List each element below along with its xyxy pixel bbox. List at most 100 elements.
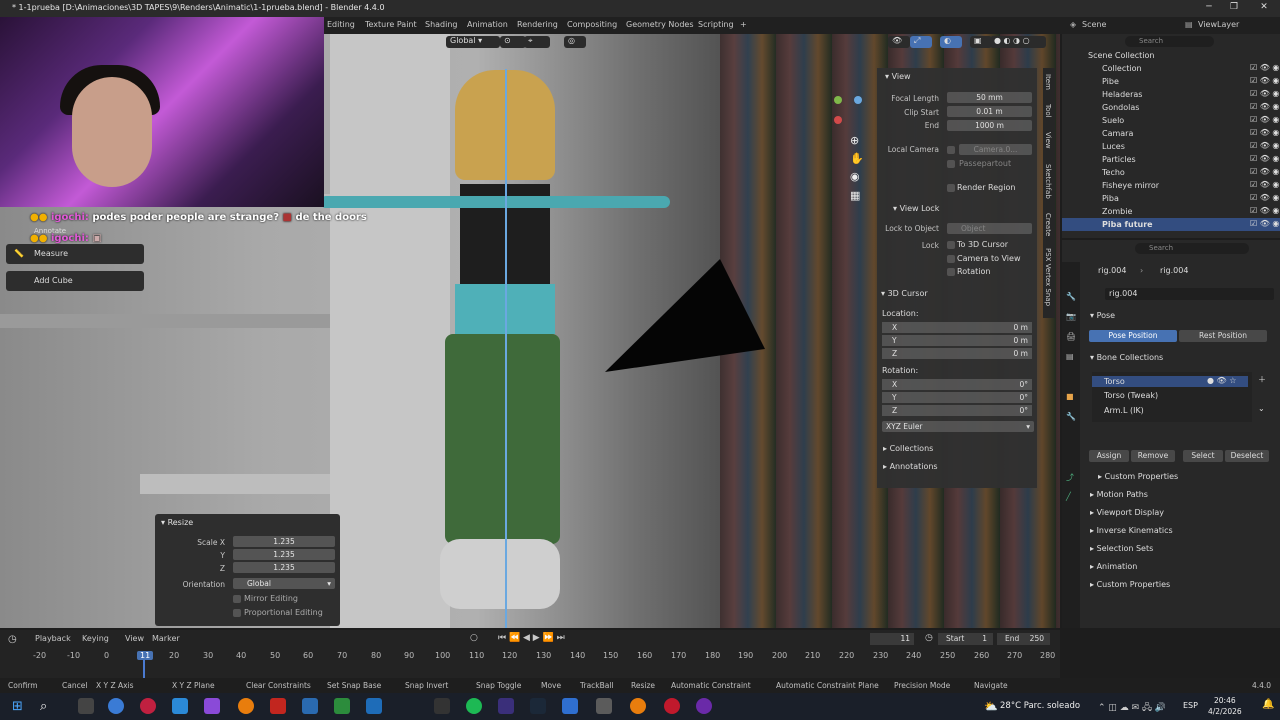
minimize-button[interactable]: ─	[1199, 2, 1219, 15]
gizmo-z-icon[interactable]	[854, 96, 862, 104]
task-view-icon[interactable]	[78, 698, 94, 714]
proportional-icon[interactable]: ◎	[564, 36, 586, 48]
bone-visibility-icon[interactable]: ● 👁 ☆	[1207, 376, 1236, 385]
measure-tool-button[interactable]: 📏 Measure	[6, 244, 144, 264]
local-camera-checkbox[interactable]	[947, 146, 955, 154]
annotations-header[interactable]: ▸ Annotations	[883, 462, 938, 471]
outliner-row-gondolas[interactable]: Gondolas ☑ 👁 ◉	[1062, 101, 1280, 114]
chrome-icon[interactable]	[108, 698, 124, 714]
add-workspace-button[interactable]: +	[740, 20, 747, 29]
pivot-icon[interactable]: ⊙	[500, 36, 526, 48]
tab-rendering[interactable]: Rendering	[517, 20, 558, 29]
viewport-display-header[interactable]: ▸ Viewport Display	[1090, 508, 1164, 517]
visibility-icons[interactable]: ☑ 👁 ◉	[1250, 76, 1279, 85]
visibility-icons[interactable]: ☑ 👁 ◉	[1250, 128, 1279, 137]
outliner-row-suelo[interactable]: Suelo ☑ 👁 ◉	[1062, 114, 1280, 127]
select-button[interactable]: Select	[1183, 450, 1223, 462]
gizmo-y-icon[interactable]	[834, 96, 842, 104]
collections-header[interactable]: ▸ Collections	[883, 444, 933, 453]
playhead[interactable]	[143, 660, 145, 678]
visibility-icons[interactable]: ☑ 👁 ◉	[1250, 141, 1279, 150]
end-frame-field[interactable]: End 250	[997, 633, 1050, 645]
viewlayer-name[interactable]: ViewLayer	[1198, 20, 1239, 29]
blender-icon[interactable]	[238, 698, 254, 714]
bone-collection-menu-icon[interactable]: ⌄	[1258, 404, 1265, 413]
app-icon[interactable]	[302, 698, 318, 714]
overlay-toggle-icon[interactable]: ◐	[940, 36, 962, 48]
visibility-icons[interactable]: ☑ 👁 ◉	[1250, 206, 1279, 215]
clock-date[interactable]: 4/2/2026	[1208, 707, 1242, 716]
tab-sketchfab[interactable]: Sketchfab	[1044, 164, 1052, 199]
current-frame-marker[interactable]: 11	[137, 651, 154, 660]
outliner-row-zombie[interactable]: Zombie ☑ 👁 ◉	[1062, 205, 1280, 218]
tab-item[interactable]: Item	[1044, 74, 1052, 90]
viewlayer-icon[interactable]: ▤	[1185, 20, 1193, 29]
camera-view-icon[interactable]: ◉	[850, 170, 860, 183]
clock-icon[interactable]: ◷	[925, 633, 933, 643]
outliner-row-collection[interactable]: Collection ☑ 👁 ◉	[1062, 62, 1280, 75]
gizmo-x-icon[interactable]	[834, 116, 842, 124]
visibility-icons[interactable]: ☑ 👁 ◉	[1250, 219, 1279, 228]
animation-header[interactable]: ▸ Animation	[1090, 562, 1137, 571]
motion-paths-header[interactable]: ▸ Motion Paths	[1090, 490, 1148, 499]
visibility-icons[interactable]: ☑ 👁 ◉	[1250, 89, 1279, 98]
search-icon[interactable]: ⌕	[40, 699, 47, 714]
start-frame-field[interactable]: Start 1	[938, 633, 993, 645]
add-cube-tool-button[interactable]: Add Cube	[6, 271, 144, 291]
cursor-rot-x-field[interactable]: X 0°	[882, 379, 1032, 390]
weather-icon[interactable]: ⛅	[984, 700, 998, 713]
snap-icon[interactable]: ⌖	[524, 36, 550, 48]
render-tab-icon[interactable]: 📷	[1066, 312, 1076, 321]
windows-start-icon[interactable]: ⊞	[12, 699, 23, 714]
opera-icon[interactable]	[140, 698, 156, 714]
notifications-icon[interactable]: 🔔	[1262, 699, 1274, 710]
outliner-row-fisheye-mirror[interactable]: Fisheye mirror ☑ 👁 ◉	[1062, 179, 1280, 192]
tab-animation[interactable]: Animation	[467, 20, 508, 29]
inverse-kinematics-header[interactable]: ▸ Inverse Kinematics	[1090, 526, 1173, 535]
object-tab-icon[interactable]: ■	[1066, 392, 1074, 401]
pose-header[interactable]: ▾ Pose	[1090, 311, 1115, 320]
resize-orientation-dropdown[interactable]: Global ▾	[233, 578, 335, 589]
current-frame-field[interactable]: 11	[870, 633, 914, 645]
scale-x-field[interactable]: 1.235	[233, 536, 335, 547]
view-menu[interactable]: View	[125, 634, 144, 643]
app-icon[interactable]	[434, 698, 450, 714]
scale-y-field[interactable]: 1.235	[233, 549, 335, 560]
outliner-search-input[interactable]: Search	[1125, 36, 1214, 47]
tab-tool[interactable]: Tool	[1044, 104, 1052, 118]
rotation-mode-dropdown[interactable]: XYZ Euler ▾	[882, 421, 1034, 432]
orientation-dropdown[interactable]: Global ▾	[446, 36, 500, 48]
weather-text[interactable]: 28°C Parc. soleado	[1000, 701, 1080, 711]
view-lock-header[interactable]: ▾ View Lock	[893, 204, 939, 213]
deselect-button[interactable]: Deselect	[1225, 450, 1269, 462]
local-camera-field[interactable]: Camera.0...	[959, 144, 1032, 155]
maximize-button[interactable]: ❐	[1224, 2, 1244, 15]
remove-button[interactable]: Remove	[1131, 450, 1175, 462]
playback-controls[interactable]: ⏮ ⏪ ◀ ▶ ⏩ ⏭	[498, 633, 565, 643]
marker-menu[interactable]: Marker	[152, 634, 180, 643]
obs-icon[interactable]	[664, 698, 680, 714]
pose-position-button[interactable]: Pose Position	[1089, 330, 1177, 342]
keying-menu[interactable]: Keying	[82, 634, 109, 643]
visibility-icons[interactable]: ☑ 👁 ◉	[1250, 180, 1279, 189]
outliner-row-luces[interactable]: Luces ☑ 👁 ◉	[1062, 140, 1280, 153]
app-icon[interactable]	[562, 698, 578, 714]
view-section-header[interactable]: ▾ View	[885, 72, 911, 81]
to-3d-cursor-checkbox[interactable]	[947, 241, 955, 249]
bone-custom-properties-header[interactable]: ▸ Custom Properties	[1098, 472, 1178, 481]
bone-collection-arm-l-ik[interactable]: Arm.L (IK)	[1104, 406, 1144, 415]
proportional-editing-checkbox[interactable]	[233, 609, 241, 617]
rest-position-button[interactable]: Rest Position	[1179, 330, 1267, 342]
tab-view[interactable]: View	[1044, 132, 1052, 149]
visibility-icons[interactable]: ☑ 👁 ◉	[1250, 63, 1279, 72]
bone-collection-torso-tweak[interactable]: Torso (Tweak)	[1104, 391, 1158, 400]
outliner-row-techo[interactable]: Techo ☑ 👁 ◉	[1062, 166, 1280, 179]
visibility-icons[interactable]: ☑ 👁 ◉	[1250, 193, 1279, 202]
tab-psx-vertex-snap[interactable]: PSX Vertex Snap	[1044, 248, 1052, 306]
view-layer-tab-icon[interactable]: ▤	[1066, 352, 1074, 361]
bone-tab-icon[interactable]: ╱	[1066, 492, 1071, 501]
output-tab-icon[interactable]: 🖨	[1066, 332, 1076, 341]
cursor-loc-z-field[interactable]: Z0 m	[882, 348, 1032, 359]
app-icon[interactable]	[270, 698, 286, 714]
discord-icon[interactable]	[696, 698, 712, 714]
